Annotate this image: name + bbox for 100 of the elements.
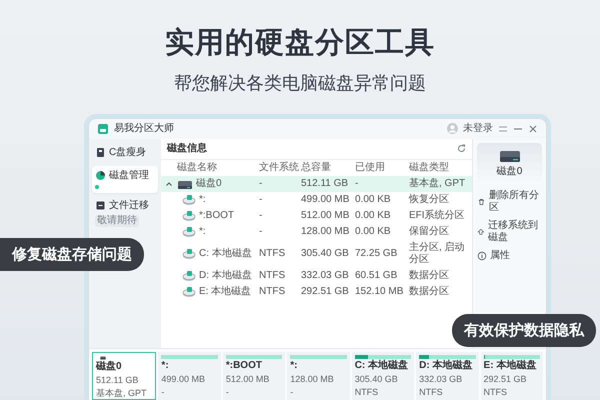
action-label: 属性 <box>490 250 510 262</box>
card-size: 305.40 GB <box>354 373 399 385</box>
action-icon <box>477 196 486 207</box>
partition-card[interactable]: *: 499.00 MB - <box>158 352 221 400</box>
column-header: 已使用 <box>355 162 386 174</box>
sidebar-item-label: 文件迁移 <box>109 200 149 212</box>
partition-card[interactable]: D: 本地磁盘 332.03 GB NTFS <box>416 352 479 400</box>
sidebar-item-label: 磁盘管理 <box>109 170 149 182</box>
table-cell-text: 恢复分区 <box>409 194 450 206</box>
sidebar-item[interactable]: C盘瘦身 <box>92 142 158 163</box>
table-cell-text: - <box>355 178 360 190</box>
card-title: C: 本地磁盘 <box>354 360 410 372</box>
table-cell: E: 本地磁盘 <box>199 286 252 298</box>
card-detail: 基本盘, GPT <box>96 387 148 399</box>
table-cell-text: 292.51 GB <box>301 286 350 298</box>
card-detail: NTFS <box>484 386 508 398</box>
card-detail: NTFS <box>354 386 380 398</box>
table-cell: *:BOOT <box>199 210 234 222</box>
table-cell-text: 0.00 KB <box>355 194 392 206</box>
table-row[interactable]: *:BOOT - 512.00 MB 0.00 KB EFI系统分区 <box>161 208 472 224</box>
table-cell: D: 本地磁盘 <box>199 270 252 282</box>
sidebar-item[interactable]: 磁盘管理 <box>92 166 158 193</box>
refresh-icon[interactable] <box>457 144 466 154</box>
card-size: 128.00 MB <box>290 373 335 385</box>
close-icon[interactable] <box>528 124 538 134</box>
table-cell-text: 数据分区 <box>409 270 450 282</box>
card-detail: - <box>161 386 166 398</box>
card-detail: - <box>290 386 294 398</box>
partition-card[interactable]: C: 本地磁盘 305.40 GB NTFS <box>352 352 414 400</box>
table-cell-text: 512.11 GB <box>301 178 350 190</box>
table-cell-text: 512.00 MB <box>301 210 350 222</box>
card-size: 499.00 MB <box>161 373 206 385</box>
table-cell: *: <box>199 226 206 238</box>
card-size: 512.00 MB <box>226 373 270 385</box>
sidebar-item-label: C盘瘦身 <box>109 146 146 159</box>
headline: 实用的硬盘分区工具 <box>165 26 435 61</box>
callout-bubble: 有效保护数据隐私 <box>452 314 596 347</box>
callout-bubble: 修复磁盘存储问题 <box>0 238 144 271</box>
table-cell-text: 基本盘, GPT <box>409 178 466 190</box>
table-cell-text: 保留分区 <box>409 226 450 238</box>
window-title: 易我分区大师 <box>114 122 174 135</box>
table-row[interactable]: E: 本地磁盘 NTFS 292.51 GB 152.10 MB 数据分区 <box>161 284 472 300</box>
app-logo-icon <box>97 122 109 135</box>
action-label: 删除所有分区 <box>488 190 540 214</box>
card-title: E: 本地磁盘 <box>484 360 538 372</box>
table-cell-text: - <box>259 178 264 190</box>
sidebar-item[interactable]: 文件迁移 敬请期待 <box>92 196 158 231</box>
table-cell-text: NTFS <box>259 270 286 282</box>
action-label: 迁移系统到磁盘 <box>488 220 539 244</box>
disk-drive-icon <box>498 148 520 163</box>
table-cell-text: 0.00 KB <box>355 210 392 222</box>
table-cell: C: 本地磁盘 <box>199 248 252 260</box>
active-dot-icon <box>95 184 99 189</box>
table-cell: *: <box>199 194 206 206</box>
action-link[interactable]: 属性 <box>477 250 542 262</box>
partition-card[interactable]: 磁盘0 512.11 GB 基本盘, GPT <box>92 352 156 400</box>
subheadline: 帮您解决各类电脑磁盘异常问题 <box>174 72 426 95</box>
table-cell-text: 152.10 MB <box>355 286 404 298</box>
partition-icon <box>182 248 196 260</box>
partition-card[interactable]: E: 本地磁盘 292.51 GB NTFS <box>480 352 543 400</box>
table-row[interactable]: C: 本地磁盘 NTFS 305.40 GB 72.25 GB 主分区, 启动分区 <box>161 240 472 268</box>
action-link[interactable]: 删除所有分区 <box>477 190 542 214</box>
card-detail: NTFS <box>419 386 444 398</box>
panel-title: 磁盘信息 <box>167 142 207 155</box>
card-title: D: 本地磁盘 <box>419 360 474 372</box>
column-header: 磁盘类型 <box>409 162 450 174</box>
table-cell-text: 0.00 KB <box>355 226 392 238</box>
partition-card[interactable]: *:BOOT 512.00 MB - <box>222 352 286 400</box>
table-cell-text: 数据分区 <box>409 286 450 298</box>
table-cell-text: - <box>259 210 264 222</box>
table-cell: 磁盘0 <box>196 178 222 190</box>
table-row[interactable]: *: - 128.00 MB 0.00 KB 保留分区 <box>161 224 472 240</box>
chevron-icon[interactable] <box>165 180 173 188</box>
partition-icon <box>182 286 196 298</box>
table-cell-text: - <box>259 226 264 238</box>
sidebar-item-icon <box>95 170 106 182</box>
table-row[interactable]: D: 本地磁盘 NTFS 332.03 GB 60.51 GB 数据分区 <box>161 268 472 284</box>
action-link[interactable]: 迁移系统到磁盘 <box>477 220 542 244</box>
table-cell-text: 60.51 GB <box>355 270 398 282</box>
table-cell-text: 332.03 GB <box>301 270 350 282</box>
card-title: 磁盘0 <box>96 361 123 373</box>
partition-card[interactable]: *: 128.00 MB - <box>287 352 350 400</box>
table-cell-text: 305.40 GB <box>301 248 350 260</box>
card-size: 332.03 GB <box>419 373 464 385</box>
table-cell-text: NTFS <box>259 286 286 298</box>
table-cell-text: NTFS <box>259 248 286 260</box>
user-login-link[interactable]: 未登录 <box>463 122 493 135</box>
table-cell-text: - <box>259 194 264 206</box>
table-row[interactable]: *: - 499.00 MB 0.00 KB 恢复分区 <box>161 192 472 208</box>
column-header: 文件系统 <box>259 162 299 174</box>
menu-icon[interactable] <box>498 124 508 134</box>
card-title: *: <box>161 360 170 372</box>
table-row[interactable]: 磁盘0 - 512.11 GB - 基本盘, GPT <box>161 176 472 192</box>
action-icon <box>477 226 485 237</box>
partition-icon <box>182 226 196 238</box>
column-header: 磁盘名称 <box>177 162 218 174</box>
sidebar-item-icon <box>95 200 106 212</box>
card-detail: - <box>226 386 230 398</box>
action-icon <box>477 250 487 261</box>
status-badge: 敬请期待 <box>95 214 139 227</box>
